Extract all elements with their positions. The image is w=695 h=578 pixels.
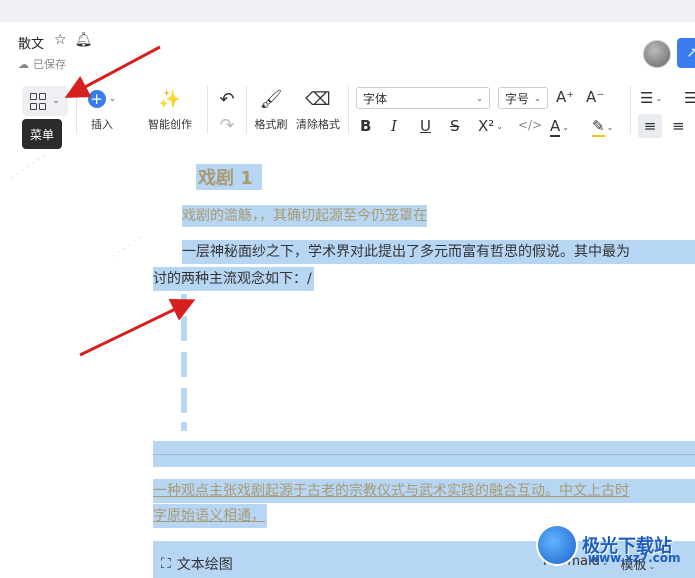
arrow-to-menu [64, 45, 161, 98]
annotation-arrows [64, 45, 196, 357]
arrow-to-text [79, 299, 196, 357]
